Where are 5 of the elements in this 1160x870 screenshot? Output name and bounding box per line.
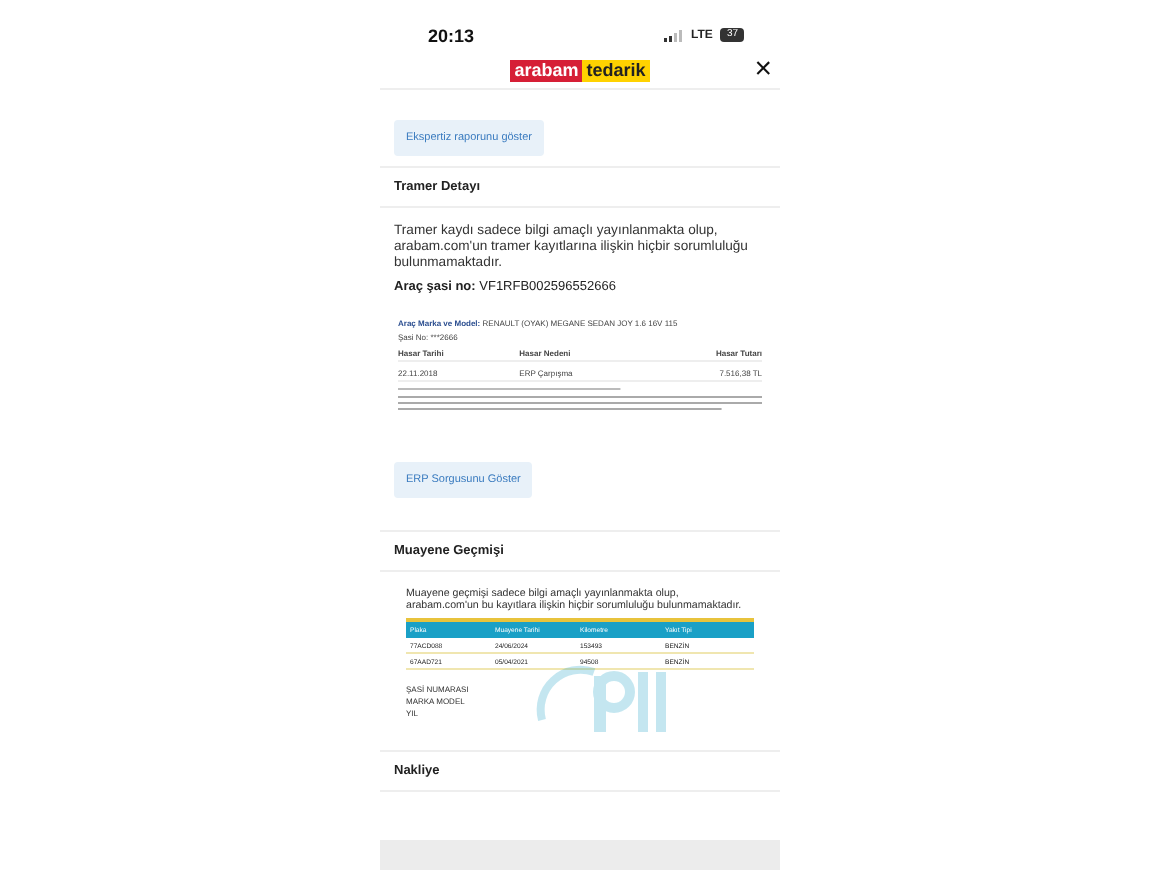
logo-text: tedarik <box>582 59 650 81</box>
status-time: 20:13 <box>428 25 475 45</box>
logo-text: arabam <box>510 59 583 81</box>
close-button[interactable]: × <box>754 54 772 84</box>
signal-icon <box>663 29 684 41</box>
